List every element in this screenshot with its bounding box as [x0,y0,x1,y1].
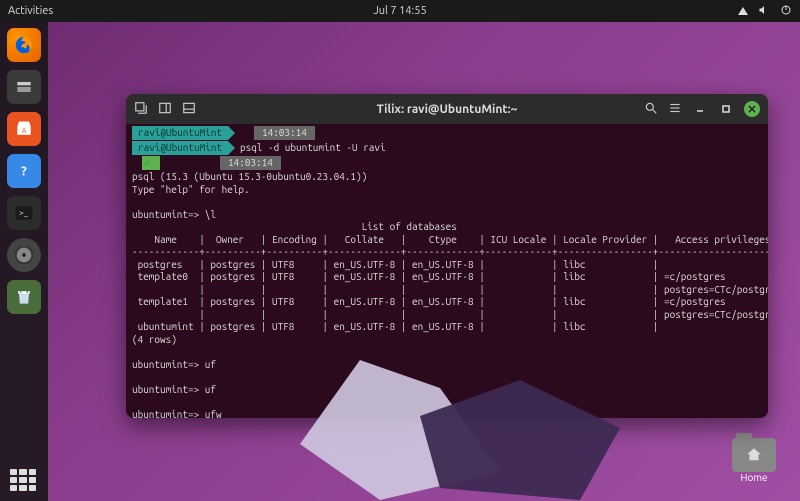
dock-help[interactable]: ? [7,154,41,188]
tilix-window: Tilix: ravi@UbuntuMint:~ ravi@UbuntuMint… [126,94,768,418]
dock: A ? >_ [0,22,48,501]
table-header: Name | Owner | Encoding | Collate | Ctyp… [132,234,762,247]
clock[interactable]: Jul 7 14:55 [373,5,426,17]
table-row: ubuntumint | postgres | UTF8 | en_US.UTF… [132,321,762,334]
dock-firefox[interactable] [7,28,41,62]
terminal-line [132,371,762,384]
window-title: Tilix: ravi@UbuntuMint:~ [377,103,518,116]
hamburger-menu-icon[interactable] [668,101,682,118]
window-titlebar[interactable]: Tilix: ravi@UbuntuMint:~ [126,94,768,124]
power-icon[interactable] [780,4,792,19]
dock-terminal[interactable]: >_ [7,196,41,230]
status-tick-icon: ✓ [142,156,160,170]
prompt-time: 14:03:14 [220,156,281,170]
psql-prompt: ubuntumint=> uf [132,384,762,397]
activities-button[interactable]: Activities [8,5,53,17]
terminal-line [132,196,762,209]
dock-files[interactable] [7,70,41,104]
psql-prompt: ubuntumint=> uf [132,359,762,372]
prompt-row: ravi@UbuntuMint psql -d ubuntumint -U ra… [132,141,762,155]
svg-text:>_: >_ [19,208,29,218]
maximize-button[interactable] [718,101,734,117]
table-row: | | | | | | | postgres=CTc/postgres [132,284,762,297]
table-title: List of databases [132,221,762,234]
show-applications-button[interactable] [10,469,36,491]
table-row: template1 | postgres | UTF8 | en_US.UTF-… [132,296,762,309]
new-session-icon[interactable] [134,101,148,118]
table-row: template0 | postgres | UTF8 | en_US.UTF-… [132,271,762,284]
split-right-icon[interactable] [158,101,172,118]
minimize-button[interactable] [692,101,708,117]
dock-disk[interactable] [7,238,41,272]
prompt-row: ravi@UbuntuMint 14:03:14 [132,126,762,140]
search-icon[interactable] [644,101,658,118]
svg-text:?: ? [21,165,27,179]
psql-prompt: ubuntumint=> \l [132,209,762,222]
prompt-row: ✓ 14:03:14 [132,156,762,170]
terminal-line: psql (15.3 (Ubuntu 15.3-0ubuntu0.23.04.1… [132,171,762,184]
terminal-line [132,346,762,359]
gnome-top-bar: Activities Jul 7 14:55 [0,0,800,22]
table-separator: ------------+----------+----------+-----… [132,246,762,259]
prompt-user-host: ravi@UbuntuMint [132,126,228,140]
close-button[interactable] [744,101,760,117]
terminal-line: Type "help" for help. [132,184,762,197]
desktop-home-label: Home [741,472,768,483]
dock-trash[interactable] [7,280,41,314]
volume-icon[interactable] [758,4,770,19]
terminal-content[interactable]: ravi@UbuntuMint 14:03:14 ravi@UbuntuMint… [126,124,768,418]
desktop-home-folder[interactable]: Home [726,438,782,483]
table-row: postgres | postgres | UTF8 | en_US.UTF-8… [132,259,762,272]
prompt-user-host: ravi@UbuntuMint [132,141,228,155]
prompt-command: psql -d ubuntumint -U ravi [240,142,386,155]
dock-software[interactable]: A [7,112,41,146]
table-row: | | | | | | | postgres=CTc/postgres [132,309,762,322]
svg-text:A: A [22,127,27,135]
prompt-time: 14:03:14 [254,126,315,140]
network-icon[interactable] [738,7,748,15]
split-down-icon[interactable] [182,101,196,118]
row-count: (4 rows) [132,334,762,347]
